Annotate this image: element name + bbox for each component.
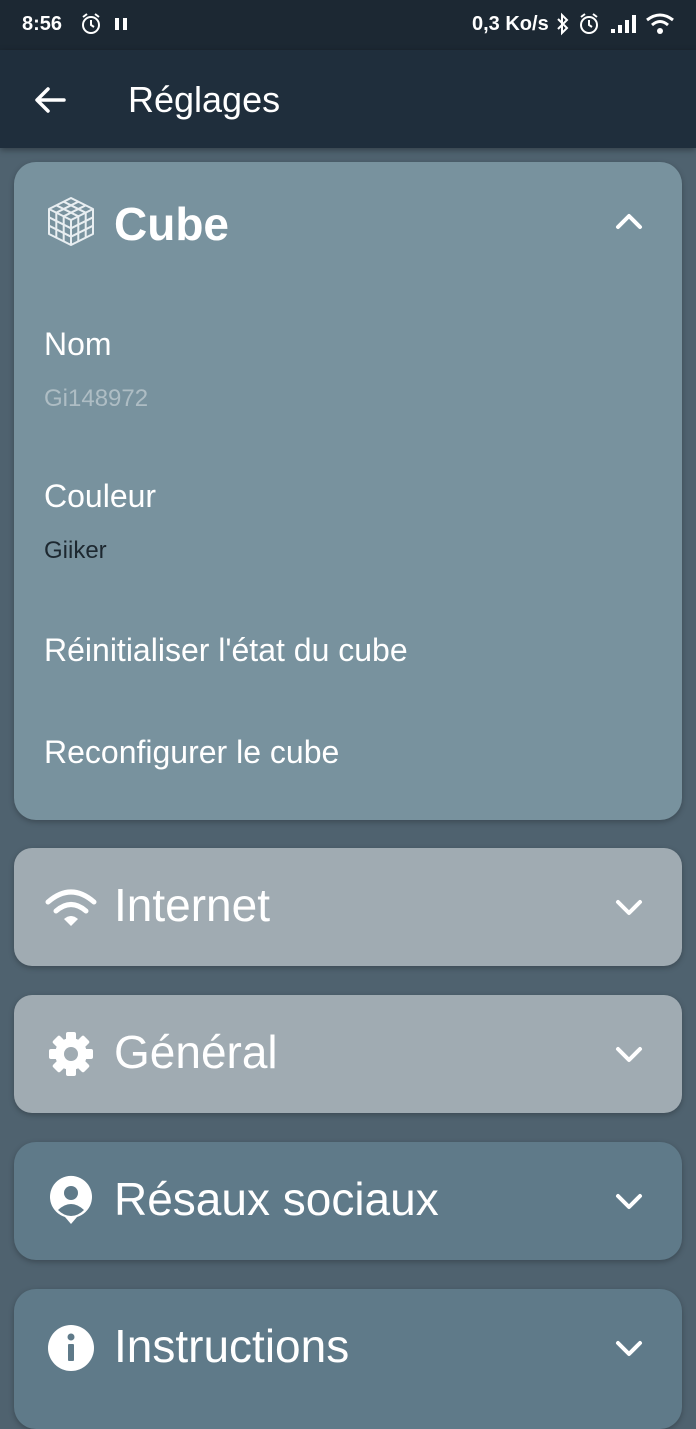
status-time: 8:56 [22, 13, 63, 35]
setting-reset-cube[interactable]: Réinitialiser l'état du cube [44, 632, 664, 669]
instructions-section-header[interactable]: Instructions [14, 1289, 682, 1407]
setting-reset-label: Réinitialiser l'état du cube [44, 632, 408, 668]
gear-icon [44, 1027, 98, 1081]
cube-icon [44, 194, 98, 248]
pause-icon [114, 12, 128, 42]
cube-section-title: Cube [114, 198, 229, 250]
cube-section-header[interactable]: Cube [14, 162, 682, 280]
info-icon [44, 1321, 98, 1375]
general-section-header[interactable]: Général [14, 995, 682, 1113]
setting-name-label: Nom [44, 326, 112, 362]
alarm-icon [80, 12, 102, 42]
setting-name-value: Gi148972 [44, 385, 149, 412]
social-section-header[interactable]: Résaux sociaux [14, 1142, 682, 1260]
page-title: Réglages [128, 79, 281, 120]
arrow-left-icon [35, 87, 66, 113]
account-icon [44, 1174, 98, 1228]
chevron-down-icon[interactable] [612, 1037, 646, 1071]
social-section-title: Résaux sociaux [114, 1173, 439, 1225]
wifi-icon [44, 880, 98, 934]
setting-color[interactable]: Couleur Giiker [44, 478, 664, 565]
instructions-section[interactable]: Instructions [14, 1289, 682, 1429]
back-button[interactable] [30, 80, 70, 120]
instructions-section-title: Instructions [114, 1320, 350, 1372]
social-section[interactable]: Résaux sociaux [14, 1142, 682, 1260]
internet-section-title: Internet [114, 879, 270, 931]
app-bar: Réglages [0, 50, 696, 148]
setting-color-value: Giiker [44, 537, 107, 564]
chevron-down-icon[interactable] [612, 1184, 646, 1218]
bluetooth-icon [555, 12, 571, 42]
setting-reconfigure-label: Reconfigurer le cube [44, 734, 340, 770]
chevron-up-icon[interactable] [612, 204, 646, 238]
chevron-down-icon[interactable] [612, 1331, 646, 1365]
chevron-down-icon[interactable] [612, 890, 646, 924]
internet-section-header[interactable]: Internet [14, 848, 682, 966]
status-bar: 8:56 0,3 Ko/s [0, 0, 696, 50]
internet-section[interactable]: Internet [14, 848, 682, 966]
wifi-icon [645, 12, 675, 42]
alarm-icon [578, 12, 600, 42]
setting-reconfigure-cube[interactable]: Reconfigurer le cube [44, 734, 664, 771]
general-section-title: Général [114, 1026, 278, 1078]
cube-section: Cube Nom Gi148972 Couleur Giiker Réiniti… [14, 162, 682, 820]
setting-color-label: Couleur [44, 478, 157, 514]
signal-icon [610, 12, 638, 42]
network-speed: 0,3 Ko/s [472, 13, 549, 35]
setting-name[interactable]: Nom Gi148972 [44, 326, 664, 413]
general-section[interactable]: Général [14, 995, 682, 1113]
